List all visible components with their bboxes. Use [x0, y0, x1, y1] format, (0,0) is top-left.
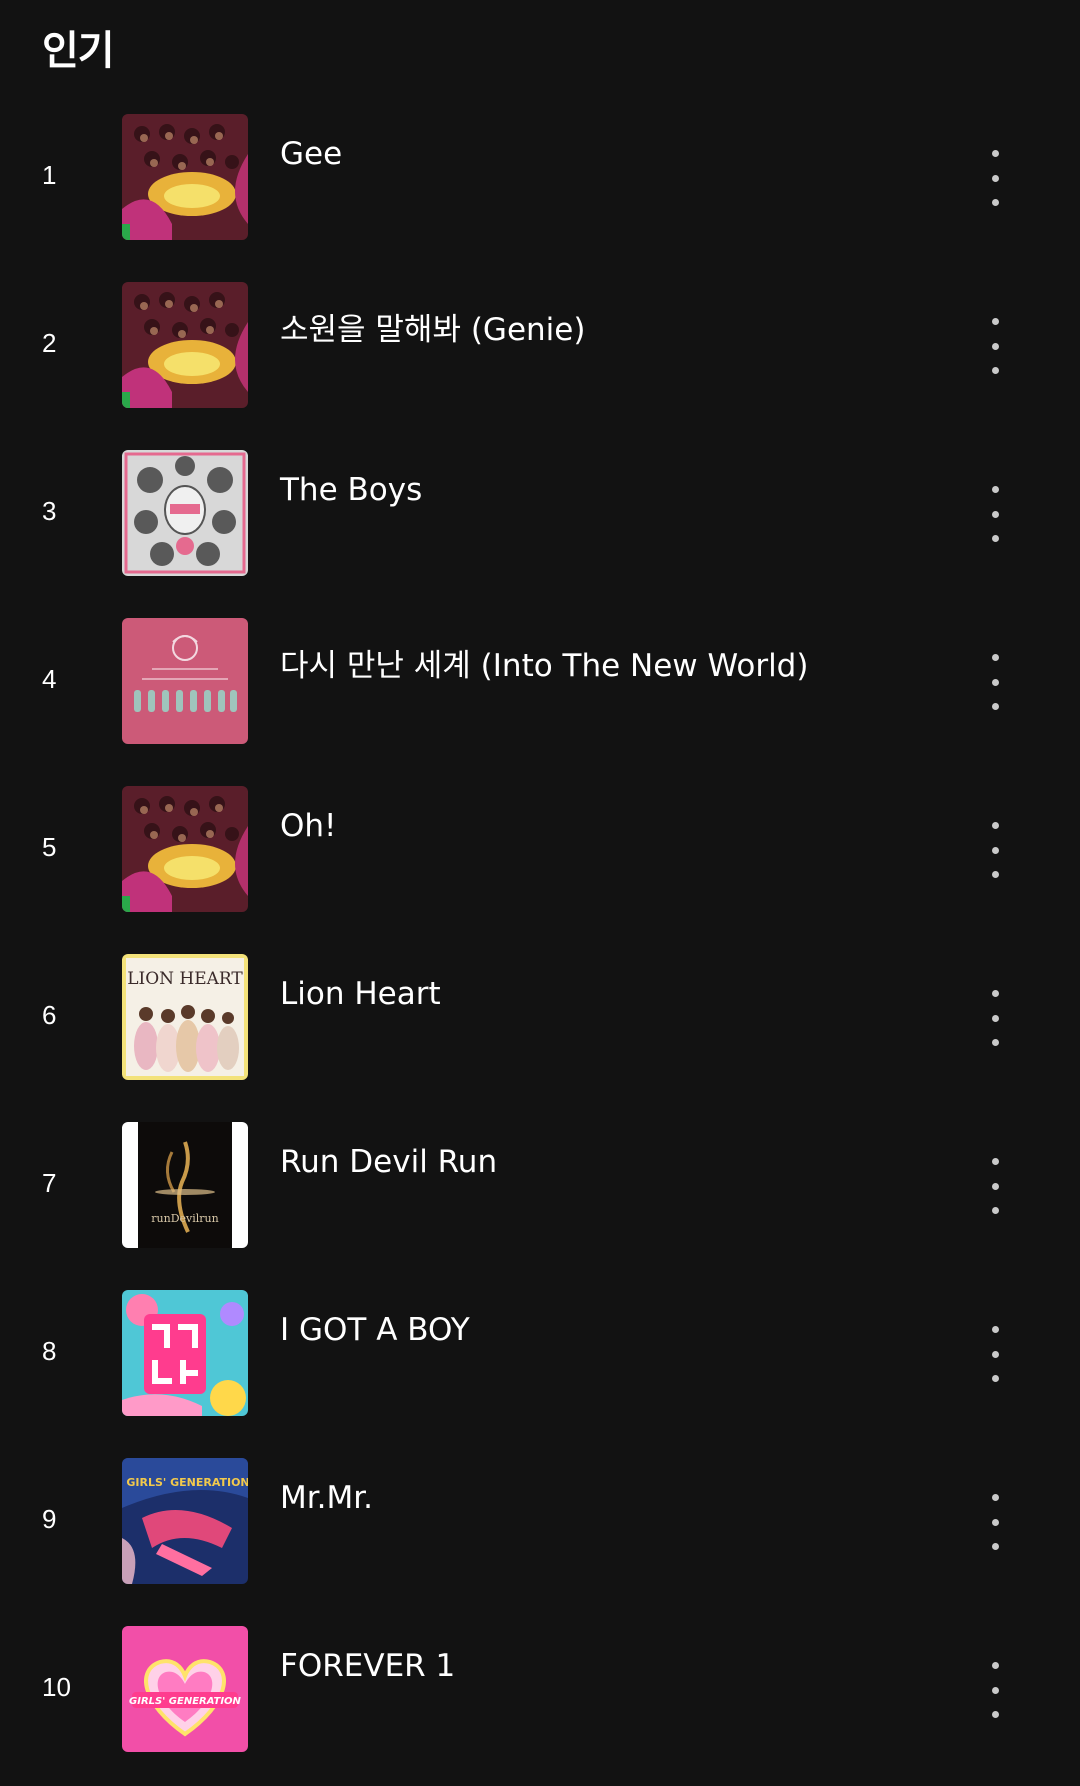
more-dot	[991, 174, 999, 182]
track-title: I GOT A BOY	[280, 1312, 470, 1348]
album-cover-gee	[122, 114, 248, 240]
more-dot	[991, 1543, 999, 1550]
more-dot	[991, 1350, 999, 1358]
track-row[interactable]: 2 소원을 말해봐 (Genie)	[0, 274, 1080, 442]
more-options-button[interactable]	[970, 1326, 1020, 1382]
track-title: FOREVER 1	[280, 1648, 456, 1684]
more-options-button[interactable]	[970, 1494, 1020, 1550]
album-cover-oh	[122, 786, 248, 912]
track-title: Mr.Mr.	[280, 1480, 373, 1516]
more-dot	[991, 1686, 999, 1694]
more-dot	[991, 535, 999, 542]
lion-heart-cover-text: LION HEART	[127, 969, 243, 989]
track-rank: 8	[42, 1336, 57, 1366]
track-row[interactable]: 1 Gee	[0, 106, 1080, 274]
more-dot	[991, 1711, 999, 1718]
album-cover-mr-mr: GIRLS' GENERATION	[122, 1458, 248, 1584]
track-title: Run Devil Run	[280, 1144, 498, 1180]
album-cover-run-devil-run: runDevilrun	[122, 1122, 248, 1248]
more-dot	[991, 871, 999, 878]
more-vertical-icon	[991, 486, 999, 493]
track-rank: 3	[42, 496, 57, 526]
track-title: Lion Heart	[280, 976, 441, 1012]
track-rank: 6	[42, 1000, 57, 1030]
more-dot	[991, 367, 999, 374]
more-vertical-icon	[991, 1494, 999, 1501]
track-row[interactable]: 9 GIRLS' GENERATION Mr.Mr.	[0, 1450, 1080, 1618]
track-title: Oh!	[280, 808, 337, 844]
more-dot	[991, 1207, 999, 1214]
track-row[interactable]: 8 I GOT A BOY	[0, 1282, 1080, 1450]
track-row[interactable]: 4 다시 만난 세계 (Into The New World)	[0, 610, 1080, 778]
run-devil-run-cover-text: runDevilrun	[151, 1212, 218, 1225]
more-dot	[991, 1182, 999, 1190]
more-dot	[991, 678, 999, 686]
more-options-button[interactable]	[970, 822, 1020, 878]
track-row[interactable]: 6 LION HEART Lion Heart	[0, 946, 1080, 1114]
more-dot	[991, 1375, 999, 1382]
track-rank: 5	[42, 832, 57, 862]
more-options-button[interactable]	[970, 654, 1020, 710]
more-dot	[991, 199, 999, 206]
track-row[interactable]: 7 runDevilrun Run Devil Run	[0, 1114, 1080, 1282]
more-options-button[interactable]	[970, 1158, 1020, 1214]
track-row[interactable]: 5 Oh!	[0, 778, 1080, 946]
track-row[interactable]: 10 GIRLS' GENERATION FOREVER 1	[0, 1618, 1080, 1786]
track-title: 소원을 말해봐 (Genie)	[280, 312, 586, 348]
more-vertical-icon	[991, 150, 999, 157]
more-vertical-icon	[991, 990, 999, 997]
track-rank: 9	[42, 1504, 57, 1534]
track-title: 다시 만난 세계 (Into The New World)	[280, 648, 809, 684]
album-cover-girls-generation	[122, 618, 248, 744]
album-cover-genie	[122, 282, 248, 408]
more-options-button[interactable]	[970, 486, 1020, 542]
more-options-button[interactable]	[970, 1662, 1020, 1718]
more-vertical-icon	[991, 654, 999, 661]
more-dot	[991, 703, 999, 710]
more-vertical-icon	[991, 1326, 999, 1333]
forever-1-cover-text: GIRLS' GENERATION	[129, 1696, 242, 1707]
track-rank: 2	[42, 328, 57, 358]
popular-track-list: 1 Gee 2 소원을 말해봐 (Genie) 3 The Boys 4 다시 …	[0, 106, 1080, 1786]
track-rank: 10	[42, 1672, 71, 1702]
more-vertical-icon	[991, 822, 999, 829]
more-vertical-icon	[991, 318, 999, 325]
album-cover-forever-1: GIRLS' GENERATION	[122, 1626, 248, 1752]
track-rank: 4	[42, 664, 57, 694]
more-vertical-icon	[991, 1158, 999, 1165]
track-title: The Boys	[280, 472, 423, 508]
mr-mr-cover-text: GIRLS' GENERATION	[126, 1476, 248, 1489]
album-cover-i-got-a-boy	[122, 1290, 248, 1416]
track-rank: 1	[42, 160, 57, 190]
track-title: Gee	[280, 136, 343, 172]
more-dot	[991, 1039, 999, 1046]
album-cover-lion-heart: LION HEART	[122, 954, 248, 1080]
popular-section-title: 인기	[42, 28, 115, 74]
more-options-button[interactable]	[970, 318, 1020, 374]
more-dot	[991, 510, 999, 518]
more-dot	[991, 846, 999, 854]
more-dot	[991, 342, 999, 350]
more-options-button[interactable]	[970, 990, 1020, 1046]
track-row[interactable]: 3 The Boys	[0, 442, 1080, 610]
more-dot	[991, 1518, 999, 1526]
more-options-button[interactable]	[970, 150, 1020, 206]
more-dot	[991, 1014, 999, 1022]
track-rank: 7	[42, 1168, 57, 1198]
album-cover-the-boys	[122, 450, 248, 576]
more-vertical-icon	[991, 1662, 999, 1669]
